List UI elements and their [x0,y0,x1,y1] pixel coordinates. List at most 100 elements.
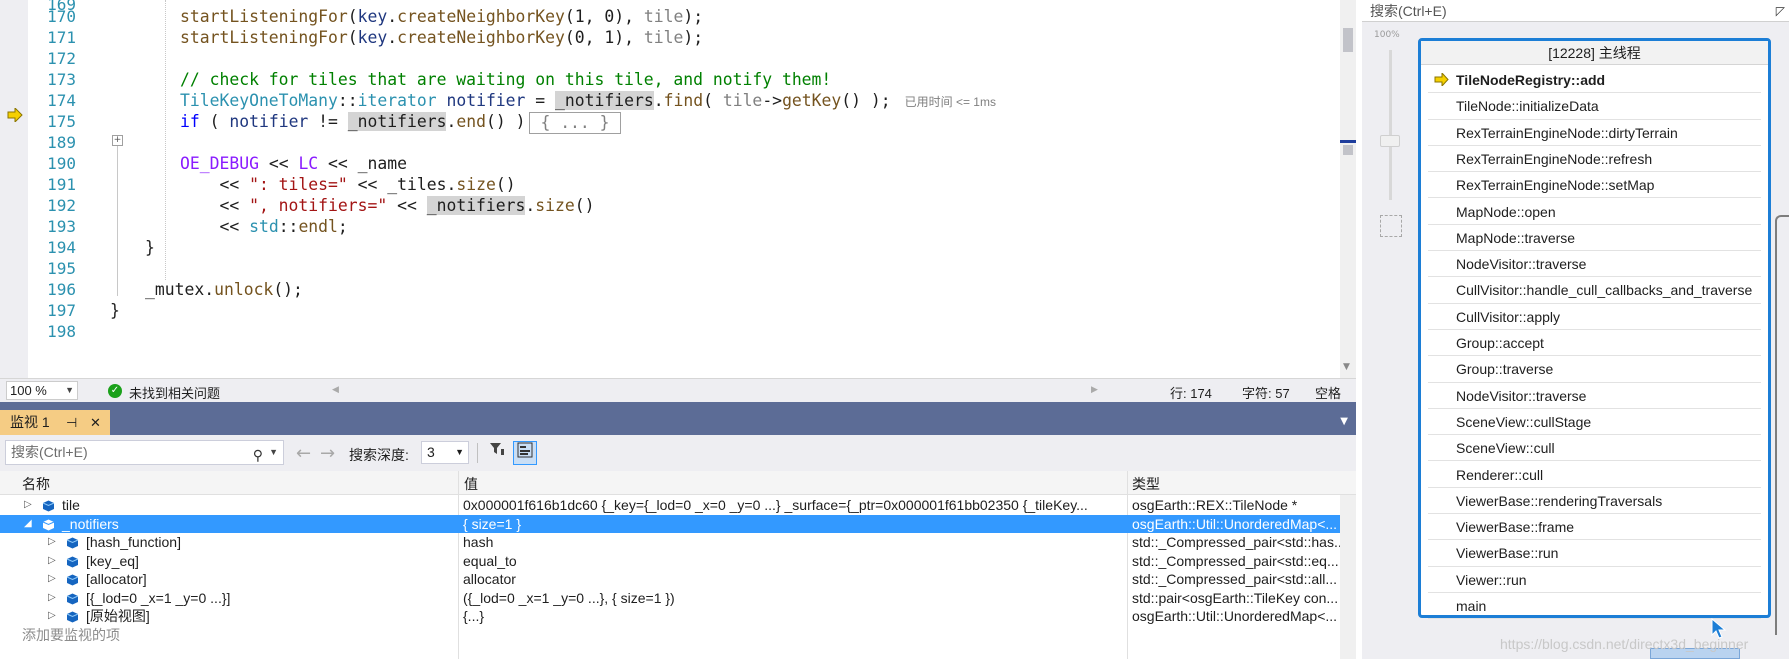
code-token: tile [722,91,763,110]
stack-frame[interactable]: main [1428,593,1761,620]
watch-name[interactable]: _notifiers [62,515,119,534]
watch-row[interactable]: ◢ _notifiers { size=1 } osgEarth::Util::Uno… [0,514,1340,534]
watch-grid[interactable]: 名称 值 类型 ▷ tile 0x000001f616b1dc60 {_key={_… [0,471,1356,659]
stack-frame[interactable]: MapNode::open [1428,199,1761,225]
stack-frame[interactable]: MapNode::traverse [1428,225,1761,252]
watch-search-input[interactable]: 搜索(Ctrl+E) ⚲ ▼ [5,440,284,465]
zoom-select[interactable]: 100 % ▼ [6,381,78,400]
stack-frame-label: SceneView::cull [1456,440,1555,457]
view-toggle-icon[interactable] [513,441,537,465]
watch-value[interactable]: allocator [463,570,1123,589]
watch-row[interactable]: ▷ [allocator] allocator std::_Compressed_pa… [0,570,1340,589]
thread-call-stack[interactable]: [12228] 主线程 TileNodeRegistry::add TileNod… [1418,38,1771,620]
code-token: startListeningFor [180,28,348,47]
scroll-down-icon[interactable]: ▼ [1343,362,1350,372]
watch-value[interactable]: 0x000001f616b1dc60 {_key={_lod=0 _x=0 _y… [463,496,1123,515]
watch-name[interactable]: [hash_function] [86,533,181,552]
code-line[interactable]: 198 [0,320,1330,344]
panel-menu-icon[interactable]: ▼ [1340,416,1348,427]
stack-frame[interactable]: CullVisitor::apply [1428,304,1761,330]
code-token: tile [643,28,684,47]
zoom-knob[interactable] [1380,135,1400,147]
scroll-thumb[interactable] [1343,28,1353,52]
watch-value[interactable]: ({_lod=0 _x=1 _y=0 ...}, { size=1 }) [463,589,1123,608]
code-token: << [180,175,250,194]
code-token: } [145,238,155,257]
code-token: . [204,280,215,299]
watch-vertical-scrollbar[interactable] [1340,495,1356,659]
zoom-slider[interactable]: 100% [1370,30,1410,237]
stack-frame[interactable]: Group::accept [1428,330,1761,357]
pin-icon[interactable]: ⊣ [66,410,77,435]
search-icon[interactable]: ⚲ [253,444,263,467]
expand-arrow-icon[interactable]: ▷ [48,570,56,589]
stack-frame-label: ViewerBase::frame [1456,519,1575,536]
watch-value[interactable]: { size=1 } [463,515,1123,534]
stack-frame[interactable]: ViewerBase::frame [1428,514,1761,541]
stack-frame[interactable]: Group::traverse [1428,356,1761,383]
line-indicator[interactable]: 行: 174 [1170,383,1212,402]
watch-value[interactable]: {...} [463,607,1123,626]
stack-frame[interactable]: ViewerBase::run [1428,540,1761,567]
collapse-arrow-icon[interactable]: ◢ [24,515,32,534]
watch-row[interactable]: ▷ [key_eq] equal_to std::_Compressed_pair<s… [0,552,1340,571]
char-indicator[interactable]: 字符: 57 [1242,383,1290,402]
stack-frame[interactable]: Renderer::cull [1428,462,1761,488]
code-token: } [110,301,120,320]
stack-frame[interactable]: RexTerrainEngineNode::refresh [1428,146,1761,173]
watch-name[interactable]: [key_eq] [86,552,139,571]
perf-tip[interactable]: 已用时间 <= 1ms [905,95,996,109]
zoom-track[interactable] [1389,50,1392,200]
watch-name[interactable]: [{_lod=0 _x=1 _y=0 ...}] [86,589,230,608]
filter-icon[interactable] [485,441,509,465]
editor-vertical-scrollbar[interactable]: ▼ [1340,0,1356,378]
stack-frame[interactable]: SceneView::cullStage [1428,409,1761,436]
stack-frame[interactable]: ViewerBase::renderingTraversals [1428,488,1761,515]
expand-arrow-icon[interactable]: ▷ [48,552,56,571]
watch-row[interactable]: ▷ tile 0x000001f616b1dc60 {_key={_lod=0 _x… [0,496,1340,515]
add-watch-placeholder[interactable]: 添加要监视的项 [22,626,120,645]
column-header-value[interactable]: 值 [464,474,478,494]
stack-frame[interactable]: RexTerrainEngineNode::dirtyTerrain [1428,120,1761,146]
close-icon[interactable]: ✕ [90,410,101,435]
code-token: endl [298,217,338,236]
scroll-left-icon[interactable]: ◀ [332,384,339,395]
watch-row[interactable]: ▷ [hash_function] hash std::_Compressed_pai… [0,533,1340,552]
stack-frame[interactable]: CullVisitor::handle_cull_callbacks_and_t… [1428,277,1761,304]
column-header-name[interactable]: 名称 [22,474,50,494]
stacks-search-input[interactable]: 搜索(Ctrl+E) ◸ [1362,0,1789,22]
stack-frame[interactable]: TileNodeRegistry::add [1428,67,1761,94]
watch-row[interactable]: ▷ [{_lod=0 _x=1 _y=0 ...}] ({_lod=0 _x=1 _… [0,589,1340,608]
collapse-icon[interactable]: ◸ [1776,0,1785,22]
watch-value[interactable]: hash [463,533,1123,552]
scroll-right-icon[interactable]: ▶ [1091,384,1098,395]
tab-watch-1[interactable]: 监视 1 ⊣ ✕ [0,410,110,435]
expand-arrow-icon[interactable]: ▷ [48,589,56,608]
watch-name[interactable]: tile [62,496,80,515]
stack-frame[interactable]: Viewer::run [1428,567,1761,593]
chevron-down-icon[interactable]: ▼ [269,441,278,464]
expand-arrow-icon[interactable]: ▷ [48,533,56,552]
issues-status[interactable]: 未找到相关问题 [129,383,220,402]
code-editor[interactable]: + 169 170 startListeningFor(key.createNeig… [0,0,1356,378]
object-icon [66,556,79,567]
search-back-icon[interactable]: ← [296,443,311,464]
stack-frame[interactable]: SceneView::cull [1428,435,1761,462]
zoom-to-fit-icon[interactable] [1380,215,1402,237]
stack-frame[interactable]: RexTerrainEngineNode::setMap [1428,172,1761,199]
whitespace-indicator[interactable]: 空格 [1315,383,1341,402]
stack-frame[interactable]: TileNode::initializeData [1428,93,1761,120]
stack-frame[interactable]: NodeVisitor::traverse [1428,383,1761,409]
watch-row[interactable]: ▷ [原始视图] {...} osgEarth::Util::UnorderedMap… [0,607,1340,626]
search-depth-select[interactable]: 3 ▼ [421,441,469,464]
watch-name[interactable]: [原始视图] [86,607,150,626]
expand-arrow-icon[interactable]: ▷ [48,607,56,626]
watch-name[interactable]: [allocator] [86,570,147,589]
add-watch-row[interactable]: 添加要监视的项 [0,626,1340,645]
column-header-type[interactable]: 类型 [1132,474,1160,494]
stack-frame[interactable]: NodeVisitor::traverse [1428,251,1761,278]
search-forward-icon[interactable]: → [320,443,335,464]
watch-value[interactable]: equal_to [463,552,1123,571]
stack-frame-label: SceneView::cullStage [1456,413,1592,430]
expand-arrow-icon[interactable]: ▷ [24,496,32,515]
